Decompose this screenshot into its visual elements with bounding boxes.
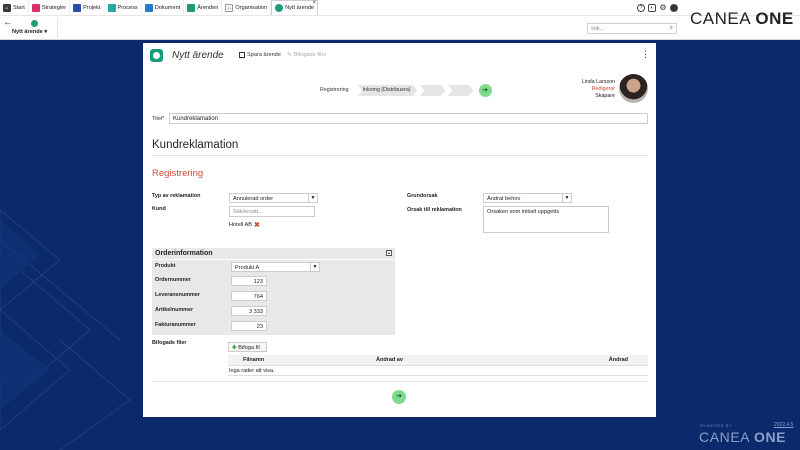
attachments-table: Filnamn Ändrad av Ändrad Inga rader att … xyxy=(228,355,648,376)
tab-projekt[interactable]: Projekt xyxy=(70,0,105,15)
title-field[interactable]: Kundreklamation xyxy=(169,113,648,124)
gear-icon[interactable]: ⚙ xyxy=(659,4,667,12)
footer-logo: CANEA ONE xyxy=(699,429,787,445)
remove-icon[interactable]: ✖ xyxy=(254,221,260,229)
kund-search-input[interactable]: Sök/ersätt... xyxy=(229,206,315,217)
step-inkomg[interactable]: Inkomg (Distribuera) xyxy=(358,85,418,96)
save-button[interactable]: Spara ärende xyxy=(239,52,281,58)
tab-nytt-arende[interactable]: Nytt ärende × xyxy=(271,0,319,15)
case-icon xyxy=(31,20,38,27)
table-header: Filnamn Ändrad av Ändrad xyxy=(228,355,648,366)
case-icon xyxy=(187,3,196,12)
user-name: Linda Larsson xyxy=(581,79,615,85)
order-info-section: Orderinformation ▴ Produkt Produkt A ▼ Or… xyxy=(152,248,395,335)
typ-label: Typ av reklamation xyxy=(152,193,201,199)
tab-strategier[interactable]: Strategier xyxy=(29,0,71,15)
column-andrad-av[interactable]: Ändrad av xyxy=(366,355,598,365)
organisation-icon: ⚇ xyxy=(225,3,234,12)
step-3[interactable] xyxy=(420,85,446,96)
top-bar: ⌂ Start Strategier Projekt Process Dokume… xyxy=(0,0,800,40)
produkt-label: Produkt xyxy=(155,263,176,269)
tab-start[interactable]: ⌂ Start xyxy=(0,0,29,15)
typ-select[interactable]: Annulerad order ▼ xyxy=(229,193,318,203)
kund-label: Kund xyxy=(152,206,166,212)
attach-files-button[interactable]: ✎ Bifogade filer xyxy=(287,52,326,58)
user-icon[interactable] xyxy=(670,4,678,12)
background-decoration xyxy=(0,209,131,450)
tab-dokument[interactable]: Dokument xyxy=(142,0,185,15)
save-icon xyxy=(239,52,245,58)
more-menu-icon[interactable]: ⋮ xyxy=(641,49,650,60)
order-info-title: Orderinformation xyxy=(155,250,213,257)
ordernummer-field[interactable]: 123 xyxy=(231,276,267,286)
step-registrering[interactable]: Registrering xyxy=(315,85,356,96)
process-icon xyxy=(107,3,116,12)
help-icon[interactable]: ? xyxy=(637,4,645,12)
avatar xyxy=(619,74,648,103)
attach-file-button[interactable]: ✚ Bifoga fil xyxy=(228,342,267,352)
tab-process[interactable]: Process xyxy=(105,0,142,15)
divider xyxy=(152,381,648,382)
case-icon xyxy=(275,4,284,12)
artikelnummer-field[interactable]: 3 333 xyxy=(231,306,267,316)
home-icon: ⌂ xyxy=(3,3,11,12)
paperclip-icon: ✎ xyxy=(287,52,292,58)
search-icon[interactable]: ⌕ xyxy=(670,25,673,32)
document-icon xyxy=(144,3,153,12)
leveransnummer-label: Leveransnummer xyxy=(155,292,200,298)
project-icon xyxy=(73,3,82,12)
module-tabs: ⌂ Start Strategier Projekt Process Dokume… xyxy=(0,0,319,15)
column-filnamn[interactable]: Filnamn xyxy=(228,355,366,365)
section-heading: Registrering xyxy=(152,168,204,179)
leveransnummer-field[interactable]: 764 xyxy=(231,291,267,301)
plus-icon: ✚ xyxy=(232,344,237,351)
version-link[interactable]: 2022.4.5 xyxy=(774,422,793,428)
powered-by: POWERED BY xyxy=(700,423,733,428)
palette-icon[interactable]: ◐ xyxy=(648,4,656,12)
utility-icons: ? ◐ ⚙ xyxy=(637,4,678,12)
user-action: Redigerar xyxy=(591,86,615,92)
produkt-select[interactable]: Produkt A ▼ xyxy=(231,262,320,272)
fakturanummer-field[interactable]: 23 xyxy=(231,321,267,331)
chevron-down-icon: ▼ xyxy=(310,263,319,271)
case-icon xyxy=(150,49,163,62)
empty-row: Inga rader att visa. xyxy=(228,366,648,376)
chevron-down-icon: ▼ xyxy=(562,194,571,202)
kund-selected: Hotell AB ✖ xyxy=(229,221,260,229)
divider xyxy=(152,259,395,260)
artikelnummer-label: Artikelnummer xyxy=(155,307,194,313)
brand-logo: CANEA ONE xyxy=(690,9,794,28)
sub-bar: ← Nytt ärende ▾ xyxy=(0,15,800,40)
page-title: Nytt ärende xyxy=(172,50,224,61)
title-label: Titel* xyxy=(152,116,165,122)
open-item-tab[interactable]: Nytt ärende ▾ xyxy=(12,18,58,40)
case-panel: Nytt ärende Spara ärende ✎ Bifogade filer… xyxy=(143,43,656,417)
next-step-button[interactable]: ➔ xyxy=(478,84,492,97)
strategy-icon xyxy=(31,3,40,12)
column-andrad[interactable]: Ändrad xyxy=(598,355,648,365)
tab-organisation[interactable]: ⚇ Organisation xyxy=(222,0,272,15)
user-role: Skapare xyxy=(595,93,615,99)
chevron-down-icon[interactable]: ▾ xyxy=(44,29,47,35)
orsak-textarea[interactable]: Orsaken som initialt uppgetts xyxy=(483,206,609,233)
grundorsak-select[interactable]: Ändrat behov ▼ xyxy=(483,193,572,203)
chevron-down-icon: ▼ xyxy=(308,194,317,202)
workflow-steps: Registrering Inkomg (Distribuera) ➔ xyxy=(315,84,492,97)
tab-arenden[interactable]: Ärenden xyxy=(184,0,223,15)
search-input[interactable]: sök... ⌕ xyxy=(587,23,677,34)
ordernummer-label: Ordernummer xyxy=(155,277,191,283)
attachments-label: Bifogade filer xyxy=(152,340,187,346)
step-4[interactable] xyxy=(448,85,474,96)
orsak-label: Orsak till reklamation xyxy=(407,207,462,213)
grundorsak-label: Grundorsak xyxy=(407,193,438,199)
collapse-icon[interactable]: ▴ xyxy=(386,250,392,256)
next-step-button-bottom[interactable]: ➔ xyxy=(392,390,406,404)
close-icon[interactable]: × xyxy=(313,0,317,6)
case-heading: Kundreklamation xyxy=(152,139,239,151)
divider xyxy=(152,155,648,156)
fakturanummer-label: Fakturanummer xyxy=(155,322,196,328)
